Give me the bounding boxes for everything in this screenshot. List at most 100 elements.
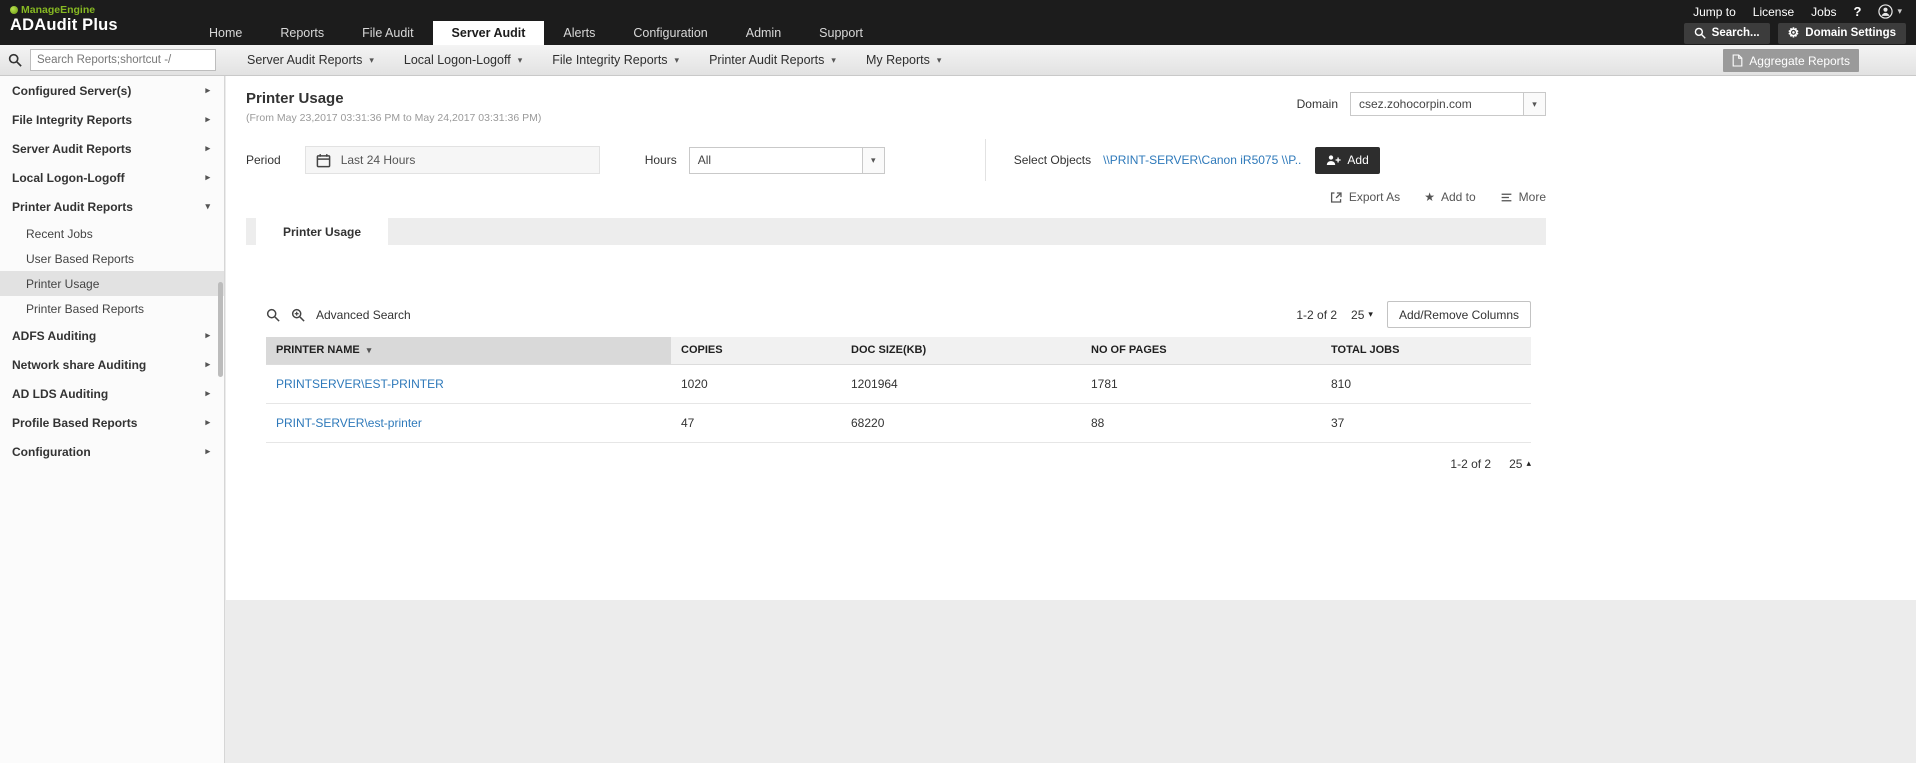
- page-title: Printer Usage: [246, 90, 344, 107]
- period-picker[interactable]: Last 24 Hours: [304, 146, 600, 174]
- hours-dropdown[interactable]: All: [688, 146, 885, 174]
- reports-search-icon[interactable]: [0, 53, 30, 67]
- add-objects-button[interactable]: Add: [1315, 146, 1380, 174]
- chevron-right-icon: [205, 360, 210, 369]
- topbar-actions: Search... Domain Settings: [1683, 21, 1916, 45]
- reports-search-input[interactable]: [30, 49, 216, 71]
- menu-file-integrity-reports[interactable]: File Integrity Reports: [537, 45, 694, 76]
- domain-settings-label: Domain Settings: [1805, 27, 1896, 39]
- sidebar-item-configured-servers[interactable]: Configured Server(s): [0, 76, 224, 105]
- menu-server-audit-reports[interactable]: Server Audit Reports: [232, 45, 389, 76]
- sort-down-icon: [367, 346, 372, 355]
- printer-name-link[interactable]: PRINTSERVER\EST-PRINTER: [276, 377, 444, 391]
- table-row: PRINTSERVER\EST-PRINTER 1020 1201964 178…: [266, 364, 1531, 404]
- sidebar-item-profile-based-reports[interactable]: Profile Based Reports: [0, 408, 224, 437]
- jump-to-link[interactable]: Jump to: [1693, 5, 1736, 19]
- chevron-down-icon: [861, 147, 884, 173]
- sidebar-item-printer-audit-reports[interactable]: Printer Audit Reports: [0, 192, 224, 221]
- tab-alerts[interactable]: Alerts: [544, 21, 614, 45]
- aggregate-reports-label: Aggregate Reports: [1749, 53, 1850, 68]
- report-grid: Advanced Search 1-2 of 2 25 Add/Remove C…: [266, 301, 1531, 471]
- cell-no-of-pages: 1781: [1081, 364, 1321, 404]
- column-header-printer-name[interactable]: PRINTER NAME: [266, 337, 671, 365]
- add-to-button[interactable]: Add to: [1424, 190, 1476, 204]
- page-size-dropdown[interactable]: 25: [1351, 308, 1373, 322]
- more-button[interactable]: More: [1500, 190, 1546, 204]
- license-link[interactable]: License: [1753, 5, 1794, 19]
- chevron-right-icon: [205, 389, 210, 398]
- printer-name-link[interactable]: PRINT-SERVER\est-printer: [276, 416, 422, 430]
- sidebar-item-configuration[interactable]: Configuration: [0, 437, 224, 466]
- tab-admin[interactable]: Admin: [727, 21, 800, 45]
- chevron-right-icon: [205, 418, 210, 427]
- sidebar-item-file-integrity-reports[interactable]: File Integrity Reports: [0, 105, 224, 134]
- chevron-up-icon: [1526, 459, 1531, 468]
- report-header: Printer Usage (From May 23,2017 03:31:36…: [246, 90, 541, 124]
- report-icon: [1732, 54, 1743, 67]
- search-icon[interactable]: [266, 308, 280, 322]
- menu-local-logon-logoff[interactable]: Local Logon-Logoff: [389, 45, 537, 76]
- cell-total-jobs: 37: [1321, 403, 1531, 443]
- tab-file-audit[interactable]: File Audit: [343, 21, 432, 45]
- add-remove-columns-button[interactable]: Add/Remove Columns: [1386, 301, 1531, 328]
- chevron-right-icon: [205, 173, 210, 182]
- gear-icon: [1788, 26, 1800, 40]
- tab-printer-usage[interactable]: Printer Usage: [256, 218, 389, 245]
- menu-my-reports[interactable]: My Reports: [851, 45, 956, 76]
- pagination-range: 1-2 of 2: [1450, 456, 1492, 471]
- report-actions: Export As Add to More: [246, 188, 1546, 206]
- sidebar-item-recent-jobs[interactable]: Recent Jobs: [0, 221, 224, 246]
- help-icon[interactable]: [1854, 4, 1862, 19]
- chevron-down-icon: [369, 56, 374, 65]
- sidebar-item-user-based-reports[interactable]: User Based Reports: [0, 246, 224, 271]
- column-header-copies[interactable]: COPIES: [671, 337, 841, 365]
- person-plus-icon: [1327, 155, 1341, 165]
- report-menus: Server Audit Reports Local Logon-Logoff …: [232, 45, 956, 76]
- sidebar-item-local-logon-logoff[interactable]: Local Logon-Logoff: [0, 163, 224, 192]
- table-row: PRINT-SERVER\est-printer 47 68220 88 37: [266, 403, 1531, 443]
- advanced-search-icon[interactable]: [291, 308, 305, 322]
- chevron-down-icon: [831, 56, 836, 65]
- column-header-no-of-pages[interactable]: NO OF PAGES: [1081, 337, 1321, 365]
- chevron-down-icon: [205, 202, 210, 211]
- sidebar-item-ad-lds-auditing[interactable]: AD LDS Auditing: [0, 379, 224, 408]
- sidebar-item-network-share-auditing[interactable]: Network share Auditing: [0, 350, 224, 379]
- tab-configuration[interactable]: Configuration: [614, 21, 726, 45]
- column-header-doc-size[interactable]: DOC SIZE(KB): [841, 337, 1081, 365]
- domain-label: Domain: [1296, 97, 1338, 111]
- filter-divider: [984, 139, 986, 181]
- menu-printer-audit-reports[interactable]: Printer Audit Reports: [694, 45, 851, 76]
- topbar-links: Jump to License Jobs: [1693, 4, 1902, 19]
- calendar-icon: [316, 153, 331, 168]
- tab-reports[interactable]: Reports: [261, 21, 343, 45]
- chevron-down-icon: [1897, 7, 1902, 16]
- sidebar-item-adfs-auditing[interactable]: ADFS Auditing: [0, 321, 224, 350]
- cell-total-jobs: 810: [1321, 364, 1531, 404]
- user-avatar[interactable]: [1878, 4, 1902, 19]
- chevron-down-icon: [937, 56, 942, 65]
- page-size-dropdown[interactable]: 25: [1509, 457, 1531, 471]
- export-as-button[interactable]: Export As: [1330, 190, 1400, 204]
- jobs-link[interactable]: Jobs: [1811, 5, 1836, 19]
- sidebar-item-printer-based-reports[interactable]: Printer Based Reports: [0, 296, 224, 321]
- sidebar-scrollbar[interactable]: [218, 282, 223, 377]
- export-icon: [1330, 191, 1342, 203]
- global-search-button[interactable]: Search...: [1683, 22, 1770, 44]
- domain-dropdown[interactable]: csez.zohocorpin.com: [1350, 92, 1546, 116]
- sidebar-item-server-audit-reports[interactable]: Server Audit Reports: [0, 134, 224, 163]
- sidebar-item-printer-usage[interactable]: Printer Usage: [0, 271, 224, 296]
- main-area: Printer Usage (From May 23,2017 03:31:36…: [226, 76, 1916, 763]
- cell-printer-name: PRINT-SERVER\est-printer: [266, 403, 671, 443]
- global-search-label: Search...: [1711, 27, 1760, 39]
- sidebar: Configured Server(s) File Integrity Repo…: [0, 76, 225, 763]
- tab-home[interactable]: Home: [190, 21, 261, 45]
- cell-printer-name: PRINTSERVER\EST-PRINTER: [266, 364, 671, 404]
- aggregate-reports-button[interactable]: Aggregate Reports: [1723, 49, 1859, 72]
- tab-support[interactable]: Support: [800, 21, 882, 45]
- column-header-total-jobs[interactable]: TOTAL JOBS: [1321, 337, 1531, 365]
- period-label: Period: [246, 153, 281, 167]
- domain-settings-button[interactable]: Domain Settings: [1777, 22, 1906, 44]
- advanced-search-label[interactable]: Advanced Search: [316, 308, 411, 322]
- selected-objects-value[interactable]: \\PRINT-SERVER\Canon iR5075 \\P..: [1103, 153, 1301, 167]
- tab-server-audit[interactable]: Server Audit: [432, 21, 545, 45]
